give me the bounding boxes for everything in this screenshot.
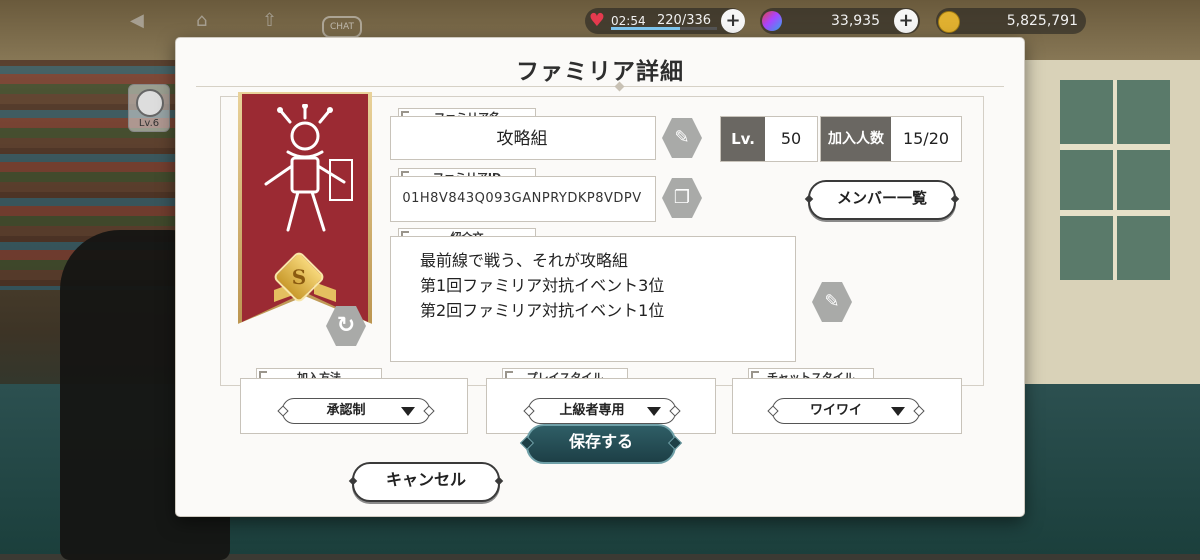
intro-line: 第1回ファミリア対抗イベント3位 (420, 276, 665, 295)
dropdown-caret-icon (891, 407, 905, 416)
rank-letter: S (291, 265, 307, 289)
member-count-display: 加入人数 15/20 (820, 116, 962, 162)
upload-icon[interactable]: ⇧ (262, 10, 277, 31)
intro-text: 最前線で戦う、それが攻略組 第1回ファミリア対抗イベント3位 第2回ファミリア対… (420, 248, 780, 323)
title-divider (196, 86, 1004, 87)
level-label: Lv. (721, 117, 765, 161)
stamina-value: 220/336 (657, 13, 712, 28)
coin-icon (938, 11, 960, 33)
heart-icon: ♥ (588, 10, 606, 31)
intro-line: 最前線で戦う、それが攻略組 (420, 251, 629, 270)
level-display: Lv. 50 (720, 116, 818, 162)
background-window-wall (1010, 60, 1200, 390)
back-icon[interactable]: ◀ (130, 10, 144, 31)
cancel-button[interactable]: キャンセル (352, 462, 500, 502)
member-count-value: 15/20 (902, 129, 950, 148)
play-style-value: 上級者専用 (559, 403, 625, 418)
player-level-badge[interactable]: Lv.6 (128, 84, 170, 132)
gem-counter: 33,935 + (760, 8, 920, 34)
background-window (1060, 80, 1170, 280)
join-method-select[interactable]: 承認制 (282, 398, 430, 424)
id-value: 01H8V843Q093GANPRYDKP8VDPV (402, 191, 642, 206)
intro-line: 第2回ファミリア対抗イベント1位 (420, 301, 665, 320)
member-list-button[interactable]: メンバー一覧 (808, 180, 956, 220)
dropdown-caret-icon (647, 407, 661, 416)
play-style-select[interactable]: 上級者専用 (528, 398, 676, 424)
coin-value: 5,825,791 (1006, 13, 1078, 29)
player-level-text: Lv.6 (138, 118, 160, 129)
name-value: 攻略組 (496, 129, 548, 149)
chat-style-select[interactable]: ワイワイ (772, 398, 920, 424)
coin-counter: 5,825,791 (936, 8, 1086, 34)
stamina-bar-fill (611, 27, 681, 30)
gem-plus-button[interactable]: + (894, 9, 918, 33)
stamina-timer: 02:54 (611, 14, 646, 28)
join-method-value: 承認制 (326, 403, 366, 418)
save-button[interactable]: 保存する (526, 424, 676, 464)
dialog-title: ファミリア詳細 (516, 59, 684, 85)
stamina-counter: ♥ 02:54 220/336 + (585, 8, 745, 34)
chat-button[interactable]: CHAT (322, 16, 362, 38)
home-icon[interactable]: ⌂ (196, 10, 207, 31)
chat-style-value: ワイワイ (809, 403, 862, 418)
level-value: 50 (780, 129, 802, 148)
jester-emblem-icon (264, 104, 353, 232)
level-dial-icon (136, 89, 164, 117)
gem-icon (762, 11, 782, 31)
stamina-bar (611, 27, 717, 30)
dropdown-caret-icon (401, 407, 415, 416)
member-count-label: 加入人数 (821, 117, 891, 161)
gem-value: 33,935 (831, 13, 880, 29)
stamina-plus-button[interactable]: + (721, 9, 745, 33)
